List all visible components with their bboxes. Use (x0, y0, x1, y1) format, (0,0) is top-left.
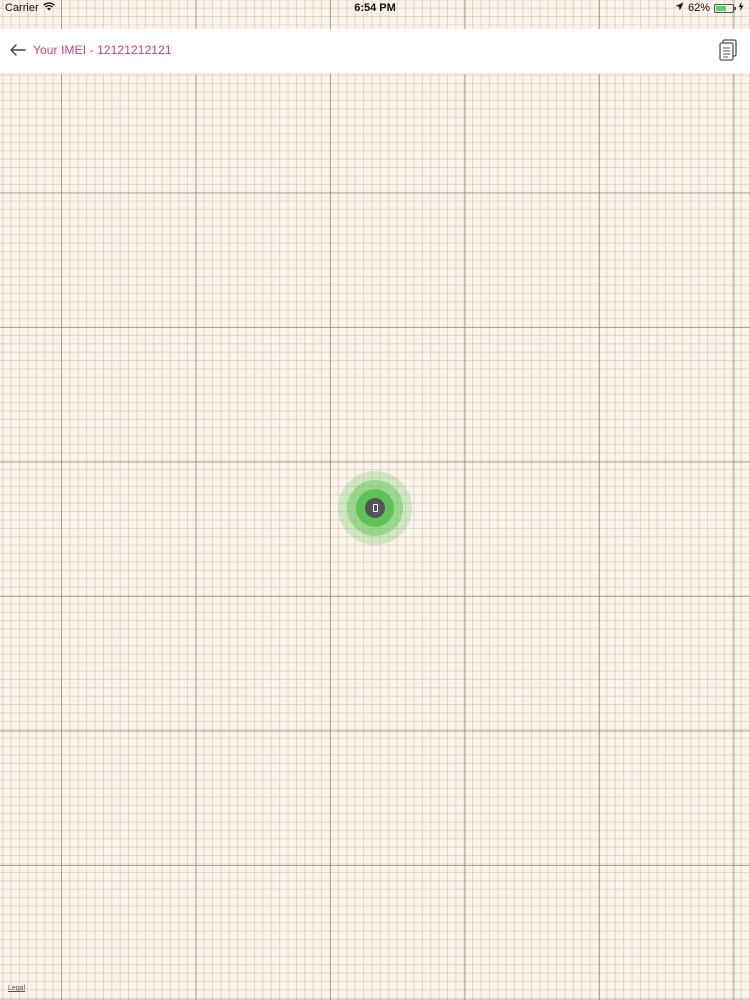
document-icon (719, 39, 737, 61)
phone-icon (372, 504, 378, 512)
charging-bolt-icon (738, 2, 744, 14)
marker-core (365, 498, 385, 518)
status-bar: Carrier 6:54 PM 62% (0, 0, 750, 16)
status-time: 6:54 PM (354, 2, 396, 14)
battery-icon (714, 3, 736, 13)
battery-fill (716, 5, 726, 11)
battery-nub (734, 6, 736, 10)
document-button[interactable] (718, 39, 740, 63)
nav-bar: Your IMEI - 12121212121 (0, 29, 750, 74)
device-location-marker[interactable] (338, 471, 412, 545)
page-title: Your IMEI - 12121212121 (33, 43, 172, 57)
legal-link[interactable]: Legal (8, 985, 25, 992)
status-right-group: 62% (675, 2, 744, 14)
screen: Carrier 6:54 PM 62% Your IMEI - 12121212… (0, 0, 750, 1000)
back-arrow-icon (10, 44, 26, 56)
battery-percent: 62% (687, 2, 710, 14)
back-button[interactable] (9, 41, 29, 61)
location-arrow-icon (675, 2, 684, 14)
